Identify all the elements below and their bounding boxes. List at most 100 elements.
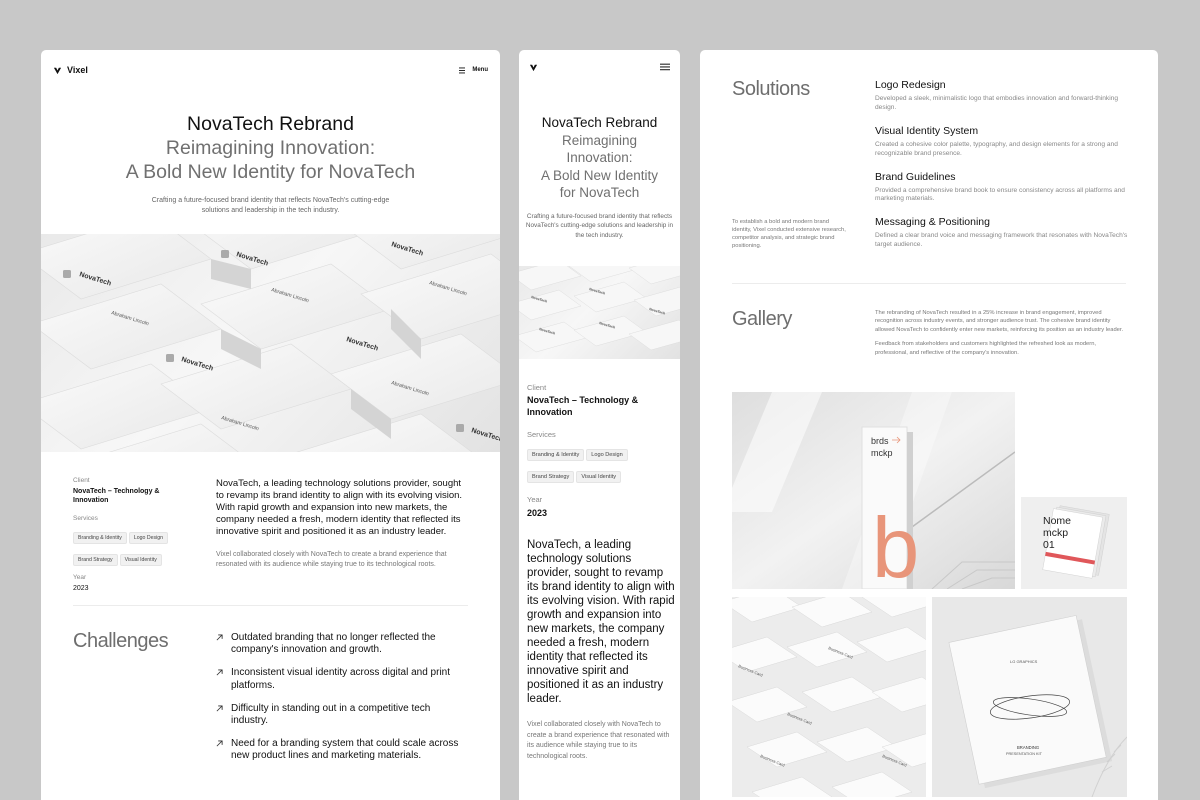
gallery-image-presentation-kit[interactable]: LG GRAPHICS BRANDING PRESENTATION KIT — [932, 597, 1127, 797]
challenge-text: Difficulty in standing out in a competit… — [231, 702, 431, 726]
arrow-up-right-icon — [216, 740, 223, 747]
mobile-intro-paragraph: NovaTech, a leading technology solutions… — [527, 539, 675, 705]
client-value: NovaTech – Technology & Innovation — [73, 488, 160, 505]
card-brand-text: NovaTech — [180, 356, 214, 372]
menu-label: Menu — [472, 67, 488, 73]
mobile-headline-1: Reimagining — [561, 132, 638, 148]
mobile-page-title: NovaTech Rebrand — [541, 115, 658, 130]
solutions-list: Logo Redesign Developed a sleek, minimal… — [875, 79, 1130, 262]
challenge-text: Inconsistent visual identity across digi… — [231, 667, 451, 691]
challenge-item: Need for a branding system that could sc… — [216, 738, 466, 762]
service-tag: Brand Strategy — [527, 471, 575, 484]
project-description: NovaTech, a leading technology solutions… — [216, 478, 471, 570]
mobile-headline-2: Innovation: — [566, 150, 633, 165]
solution-title: Visual Identity System — [875, 124, 979, 137]
gallery-text: The rebranding of NovaTech resulted in a… — [875, 309, 1130, 357]
hamburger-icon — [459, 67, 466, 73]
year-label: Year — [73, 574, 87, 582]
desktop-hero: NovaTech Rebrand Reimagining Innovation:… — [41, 112, 500, 216]
mobile-description: NovaTech, a leading technology solutions… — [527, 538, 675, 762]
booklet-text-3: 01 — [1043, 539, 1055, 551]
solution-item: Logo Redesign Developed a sleek, minimal… — [875, 79, 1130, 113]
solution-desc: Defined a clear brand voice and messagin… — [875, 232, 1128, 249]
gallery-image-booklet[interactable]: Nome mckp 01 — [1021, 497, 1127, 589]
hero-headline-2: A Bold New Identity for NovaTech — [125, 161, 416, 183]
services-label: Services — [73, 515, 98, 523]
mobile-nav — [529, 60, 670, 74]
solution-item: Messaging & Positioning Defined a clear … — [875, 216, 1130, 250]
booklet-text-1: Nome — [1043, 515, 1071, 527]
service-tag: Visual Identity — [119, 554, 162, 567]
challenges-heading: Challenges — [73, 630, 169, 652]
solutions-heading: Solutions — [732, 78, 810, 100]
section-divider — [732, 283, 1126, 284]
mobile-project-meta: Client NovaTech – Technology & Innovatio… — [527, 383, 675, 520]
book-subtitle: PRESENTATION KIT — [1006, 752, 1043, 756]
service-tag: Brand Strategy — [73, 554, 118, 567]
services-tags: Branding & Identity Logo Design Brand Str… — [73, 526, 193, 570]
mobile-hero: NovaTech Rebrand Reimagining Innovation:… — [519, 114, 680, 240]
service-tag: Branding & Identity — [73, 532, 127, 545]
mobile-page: NovaTech Rebrand Reimagining Innovation:… — [519, 50, 680, 800]
mobile-headline-3: A Bold New Identity — [540, 167, 659, 183]
solution-item: Visual Identity System Created a cohesiv… — [875, 125, 1130, 159]
mobile-collab-paragraph: Vixel collaborated closely with NovaTech… — [527, 721, 670, 760]
gallery-image-business-cards[interactable]: Business Card Business Card Business Car… — [732, 597, 926, 797]
challenge-item: Outdated branding that no longer reflect… — [216, 632, 466, 656]
mobile-headline-4: for NovaTech — [559, 185, 640, 200]
challenges-list: Outdated branding that no longer reflect… — [216, 632, 466, 774]
mobile-client-label: Client — [527, 383, 547, 392]
service-tag: Logo Design — [586, 449, 628, 462]
arrow-up-right-icon — [216, 705, 223, 712]
service-tag: Branding & Identity — [527, 449, 585, 462]
mobile-cards-image: NovaTech NovaTech NovaTech NovaTech Nova… — [519, 266, 680, 359]
challenge-item: Difficulty in standing out in a competit… — [216, 703, 466, 727]
section-divider — [73, 605, 468, 606]
mobile-services-tags: Branding & Identity Logo Design Brand Str… — [527, 443, 675, 487]
challenge-text: Need for a branding system that could sc… — [231, 738, 459, 762]
solution-title: Logo Redesign — [875, 79, 946, 91]
book-title: BRANDING — [1017, 745, 1039, 750]
year-value: 2023 — [73, 585, 89, 593]
desktop-nav: Vixel Menu — [53, 63, 488, 77]
hamburger-icon — [660, 63, 670, 71]
intro-paragraph: NovaTech, a leading technology solutions… — [216, 478, 463, 537]
mobile-brand-logo[interactable] — [529, 63, 538, 72]
mobile-menu-button[interactable] — [660, 63, 670, 71]
solution-desc: Developed a sleek, minimalistic logo tha… — [875, 95, 1119, 111]
gallery-image-signage[interactable]: brds mckp b — [732, 392, 1015, 589]
book-brand: LG GRAPHICS — [1010, 659, 1038, 664]
solution-item: Brand Guidelines Provided a comprehensiv… — [875, 171, 1130, 205]
arrow-up-right-icon — [216, 634, 223, 641]
sign-text-1: brds — [871, 436, 889, 446]
mobile-year-label: Year — [527, 495, 543, 505]
mobile-subtitle: Crafting a future-focused brand identity… — [525, 212, 674, 239]
gallery-heading: Gallery — [732, 308, 792, 330]
brand-logo[interactable]: Vixel — [53, 65, 88, 75]
hero-headline-1: Reimagining Innovation: — [165, 137, 376, 159]
vixel-logo-icon — [53, 67, 62, 74]
mobile-client-value: NovaTech – Technology & Innovation — [527, 395, 639, 417]
challenge-text: Outdated branding that no longer reflect… — [231, 632, 436, 656]
collab-paragraph: Vixel collaborated closely with NovaTech… — [216, 551, 447, 568]
service-tag: Visual Identity — [576, 471, 622, 484]
solution-desc: Created a cohesive color palette, typogr… — [875, 140, 1118, 157]
mobile-year-value: 2023 — [527, 508, 548, 519]
desktop-page: Vixel Menu NovaTech Rebrand Reimagining … — [41, 50, 500, 800]
page-title: NovaTech Rebrand — [187, 113, 354, 135]
client-label: Client — [73, 477, 90, 484]
mobile-services-label: Services — [527, 430, 556, 440]
vixel-logo-icon — [529, 64, 538, 71]
gallery-text-2: Feedback from stakeholders and customers… — [875, 341, 1097, 356]
challenge-item: Inconsistent visual identity across digi… — [216, 667, 466, 691]
solutions-intro: To establish a bold and modern brand ide… — [732, 219, 846, 249]
service-tag: Logo Design — [128, 532, 168, 545]
arrow-up-right-icon — [216, 669, 223, 676]
booklet-text-2: mckp — [1043, 527, 1068, 539]
gallery-text-1: The rebranding of NovaTech resulted in a… — [875, 310, 1124, 333]
business-cards-hero-image: NovaTech NovaTech NovaTech NovaTech Nova… — [41, 234, 500, 452]
solution-title: Brand Guidelines — [875, 170, 956, 183]
project-meta: Client NovaTech – Technology & Innovatio… — [73, 477, 193, 593]
solution-title: Messaging & Positioning — [875, 216, 990, 229]
menu-button[interactable]: Menu — [459, 67, 488, 74]
